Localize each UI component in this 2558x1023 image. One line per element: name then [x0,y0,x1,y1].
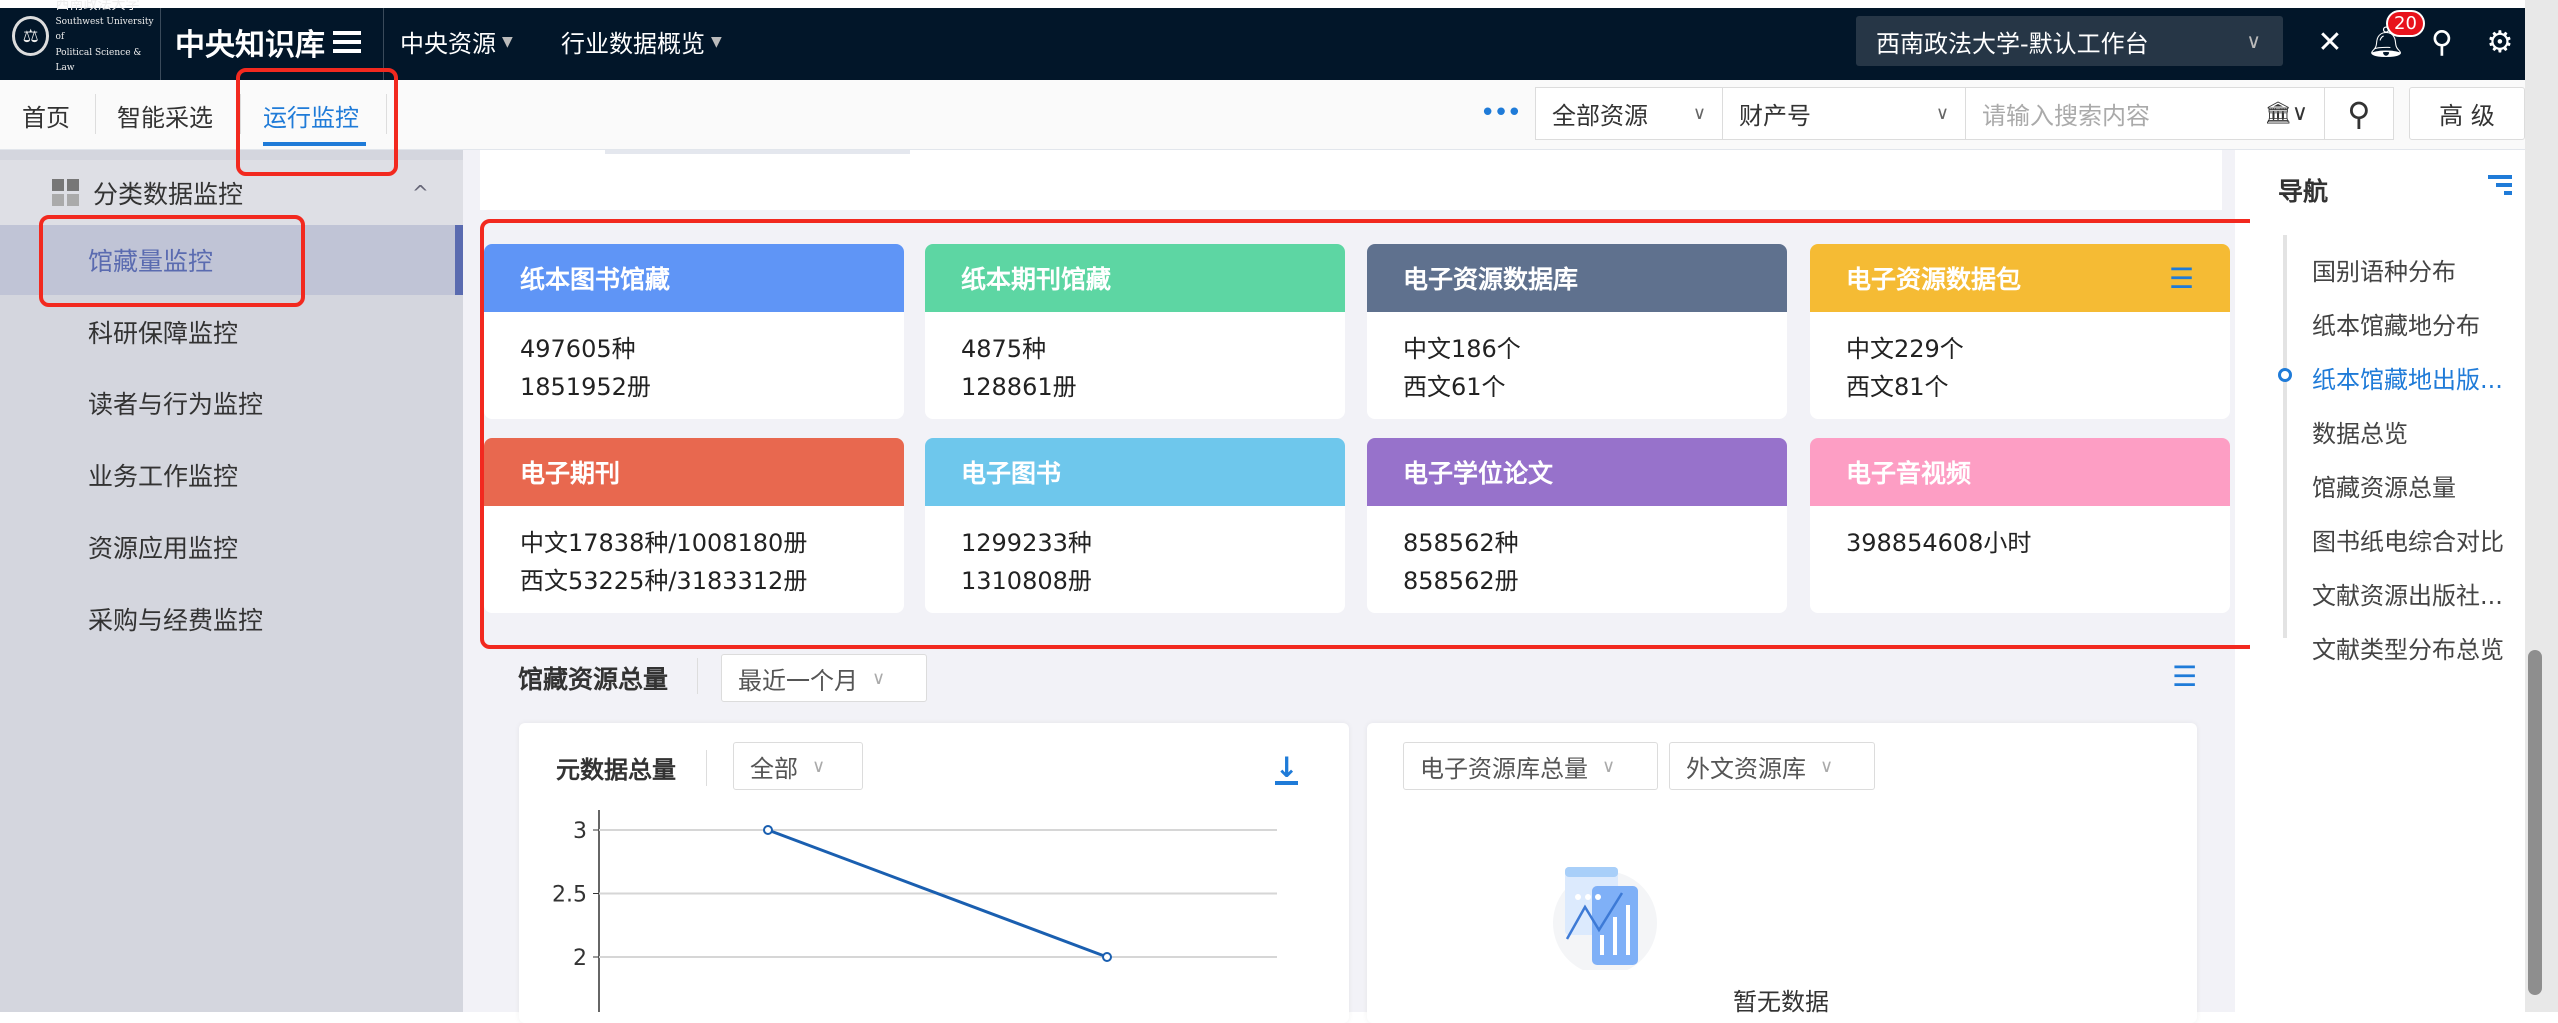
brand[interactable]: 中央知识库 [175,20,361,64]
sidebar-item-research[interactable]: 科研保障监控 [0,297,463,367]
university-logo[interactable]: ⚖ 西南政法大学 Southwest University of Political… [12,0,157,73]
user-icon[interactable]: ⚲ [2422,22,2462,62]
nav-item[interactable]: 文献资源出版社... [2312,576,2503,611]
sidebar-group-label: 分类数据监控 [93,179,244,209]
nav-item[interactable]: 纸本馆藏地出版... [2312,360,2503,395]
chevron-down-icon: ∨ [872,667,886,689]
menu-label: 行业数据概览 [561,30,705,58]
filter-value: 外文资源库 [1686,754,1806,783]
tools-icon[interactable]: ✕ [2310,22,2350,62]
chevron-up-icon[interactable]: ^ [412,181,429,205]
divider [160,8,161,80]
sidebar-item-business[interactable]: 业务工作监控 [0,440,463,510]
scope-select[interactable]: 全部资源 ∨ [1535,87,1723,140]
filter-value: 电子资源库总量 [1420,754,1588,783]
highlight-box [480,219,2259,649]
sidebar-item-resource-usage[interactable]: 资源应用监控 [0,512,463,582]
period-value: 最近一个月 [738,666,858,695]
y-tick-label: 2 [573,946,587,971]
nav-item[interactable]: 文献类型分布总览 [2312,630,2504,665]
workspace-label: 西南政法大学-默认工作台 [1876,29,2149,58]
tab-home[interactable]: 首页 [22,98,70,133]
chevron-down-icon: ∨ [1692,103,1706,124]
section-title: 馆藏资源总量 [518,665,669,694]
workspace-select[interactable]: 西南政法大学-默认工作台 ∨ [1856,16,2283,66]
search-button[interactable]: ⚲ [2324,87,2394,140]
menu-icon[interactable] [333,31,361,53]
nav-active-marker [2278,368,2292,382]
data-point[interactable] [1102,952,1112,962]
scope-value: 全部资源 [1552,102,1648,130]
chevron-down-icon: ∨ [2246,29,2261,53]
nav-item[interactable]: 图书纸电综合对比 [2312,522,2504,557]
chevron-down-icon: ∨ [1602,755,1616,777]
gear-icon[interactable]: ⚙ [2480,22,2520,62]
y-tick-label: 2.5 [552,883,587,908]
filter-icon[interactable] [2488,175,2512,195]
nav-item[interactable]: 纸本馆藏地分布 [2312,306,2480,341]
nav-title: 导航 [2278,177,2329,206]
chevron-down-icon: ∨ [1820,755,1834,777]
divider [697,658,698,694]
caret-down-icon: ▼ [502,33,513,50]
grid-icon [52,179,79,206]
chart-title: 元数据总量 [556,756,676,784]
sidebar-item-procurement[interactable]: 采购与经费监控 [0,584,463,654]
highlight-box [236,68,398,176]
data-point[interactable] [763,825,773,835]
library-icon[interactable]: 🏛︎∨ [2264,101,2308,126]
e-resource-total-select[interactable]: 电子资源库总量 ∨ [1403,742,1658,790]
top-strip [0,0,2558,8]
seal-icon: ⚖ [12,16,50,56]
divider [706,750,707,786]
menu-label: 中央资源 [400,30,496,58]
divider [95,94,96,134]
menu-central-resources[interactable]: 中央资源 ▼ [400,24,513,59]
chevron-down-icon: ∨ [812,755,826,777]
chevron-down-icon: ∨ [1935,103,1949,124]
advanced-search-button[interactable]: 高 级 [2409,87,2525,140]
nav-item[interactable]: 国别语种分布 [2312,252,2456,287]
nav-item[interactable]: 馆藏资源总量 [2312,468,2456,503]
logo-text: 西南政法大学 Southwest University of Political S… [55,0,154,74]
tab-smart-selection[interactable]: 智能采选 [117,98,213,133]
foreign-resource-select[interactable]: 外文资源库 ∨ [1669,742,1875,790]
top-panel [480,150,2222,210]
caret-down-icon: ▼ [711,33,722,50]
settings-sliders-icon[interactable]: ☰ [2172,660,2197,693]
nav-item[interactable]: 数据总览 [2312,414,2408,449]
notification-badge: 20 [2386,10,2425,37]
field-value: 财产号 [1739,102,1811,130]
brand-title: 中央知识库 [175,28,325,63]
field-select[interactable]: 财产号 ∨ [1722,87,1966,140]
period-select[interactable]: 最近一个月 ∨ [721,654,927,702]
more-icon[interactable]: ••• [1480,98,1522,128]
scroll-remnant [605,150,910,154]
highlight-box [39,215,305,307]
nav-track [2283,235,2287,638]
metadata-line-chart: 32.52 [552,810,1277,1012]
search-input[interactable]: 请输入搜索内容 🏛︎∨ [1965,87,2325,140]
menu-industry-overview[interactable]: 行业数据概览 ▼ [561,24,722,59]
filter-value: 全部 [750,754,798,783]
y-tick-label: 3 [573,819,587,844]
search-placeholder: 请输入搜索内容 [1982,102,2150,130]
empty-data-icon [1553,867,1657,970]
sidebar-item-readers[interactable]: 读者与行为监控 [0,368,463,438]
download-icon[interactable]: ↓ [1275,754,1299,785]
scrollbar-thumb[interactable] [2528,650,2542,995]
search-icon: ⚲ [2347,94,2371,133]
metadata-filter-select[interactable]: 全部 ∨ [733,742,863,790]
